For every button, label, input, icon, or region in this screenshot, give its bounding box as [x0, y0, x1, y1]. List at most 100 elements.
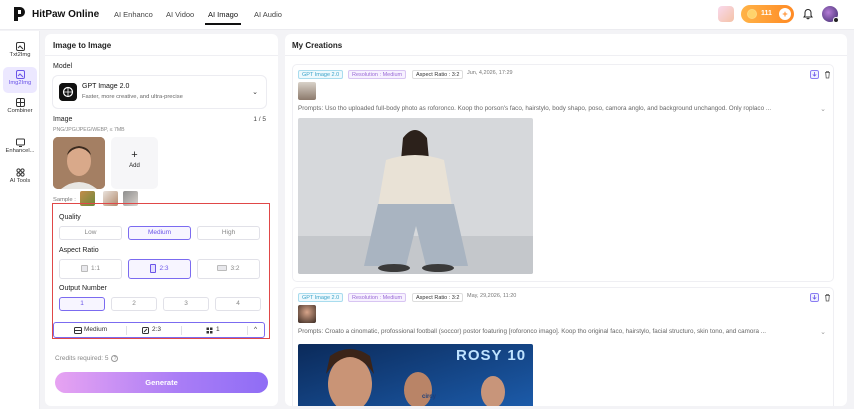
nav-ai-audio[interactable]: AI Audio [254, 10, 282, 19]
summary-number: 1 [216, 326, 220, 333]
combiner-icon [15, 98, 25, 107]
image-image-icon [15, 70, 25, 79]
generated-image[interactable]: ROSY 10 circy [298, 344, 533, 406]
model-tag: GPT Image 2.0 [298, 293, 344, 302]
divider [285, 55, 847, 56]
credits-button[interactable]: 111 + [741, 5, 794, 23]
chevron-down-icon[interactable]: ⌄ [252, 88, 258, 96]
output-2-option[interactable]: 2 [111, 297, 157, 311]
status-dot [833, 17, 839, 23]
info-icon[interactable]: ? [111, 355, 119, 362]
resolution-tag: Resolution : Medium [348, 70, 407, 79]
quality-icon [74, 327, 82, 334]
brand-name[interactable]: HitPaw Online [32, 9, 99, 20]
sidebar-item-txt2img[interactable]: Txt2Img [3, 39, 37, 65]
uploaded-image-thumbnail[interactable] [53, 137, 105, 189]
ratio-icon [142, 327, 149, 334]
aspect-ratio-tag: Aspect Ratio : 3:2 [412, 293, 464, 302]
prompt-text: Prompts: Croato a cinomatic, profossiona… [298, 328, 766, 335]
bell-icon[interactable] [802, 8, 814, 20]
gpt-model-icon [59, 83, 77, 101]
man-portrait-image [53, 137, 105, 189]
sidebar-item-combiner[interactable]: Combiner [3, 95, 37, 121]
credits-required-label: Credits required: 5 [55, 355, 109, 362]
creation-date: May, 29,2026, 11:20 [467, 293, 517, 299]
quality-label: Quality [59, 214, 81, 221]
sidebar-item-label: Combiner [7, 108, 33, 114]
nav-ai-image[interactable]: AI Imago [208, 10, 238, 19]
sidebar-item-label: Enhancel... [5, 148, 35, 154]
model-description: Faster, more creative, and ultra-precise [82, 94, 183, 100]
sidebar: Txt2Img Img2Img Combiner Enhancel... AI … [0, 31, 40, 409]
my-creations-panel: My Creations GPT Image 2.0 Resolution : … [285, 34, 847, 406]
image-label: Image [53, 116, 73, 123]
model-name: GPT Image 2.0 [82, 83, 130, 90]
plus-icon: + [131, 149, 138, 161]
ratio-3-2-icon [217, 265, 228, 272]
aspect-3-2-option[interactable]: 3:2 [197, 259, 260, 279]
add-credits-icon[interactable]: + [779, 8, 791, 20]
text-image-icon [15, 42, 25, 51]
generated-image[interactable] [298, 118, 533, 274]
delete-icon[interactable] [823, 70, 832, 79]
reference-thumbnail[interactable] [298, 305, 316, 323]
model-label: Model [53, 63, 73, 70]
model-select[interactable]: GPT Image 2.0 Faster, more creative, and… [53, 76, 266, 108]
aspect-option-label: 2:3 [159, 265, 169, 272]
creation-card: GPT Image 2.0 Resolution : Medium Aspect… [292, 287, 834, 406]
aspect-ratio-tag: Aspect Ratio : 3:2 [412, 70, 464, 79]
generate-button[interactable]: Generate [55, 372, 268, 393]
quality-medium-option[interactable]: Medium [128, 226, 191, 240]
shirt-text: circy [422, 394, 437, 400]
aspect-option-label: 1:1 [90, 265, 101, 272]
output-1-option[interactable]: 1 [59, 297, 105, 311]
quality-low-option[interactable]: Low [59, 226, 122, 240]
promo-icon[interactable] [718, 6, 734, 22]
credits-count: 111 [761, 10, 772, 17]
divider [45, 55, 278, 56]
sidebar-item-ai-tools[interactable]: AI Tools [3, 165, 37, 191]
settings-summary-bar[interactable]: Medium 2:3 1 ^ [53, 322, 265, 338]
sidebar-item-img2img[interactable]: Img2Img [3, 67, 37, 93]
active-nav-underline [205, 23, 241, 25]
panel-title: My Creations [292, 41, 343, 50]
aspect-ratio-label: Aspect Ratio [59, 247, 99, 254]
download-icon[interactable] [810, 70, 819, 79]
add-image-button[interactable]: + Add [111, 137, 158, 189]
aspect-2-3-option[interactable]: 2:3 [128, 259, 191, 279]
output-3-option[interactable]: 3 [163, 297, 209, 311]
top-bar: HitPaw Online AI Enhanco AI Vidoo AI Ima… [0, 0, 854, 30]
nav-ai-enhance[interactable]: AI Enhanco [114, 10, 153, 19]
image-format-hint: PNG/JPG/JPEG/WEBP, ≤ 7MB [53, 127, 125, 133]
model-tag: GPT Image 2.0 [298, 70, 344, 79]
delete-icon[interactable] [823, 293, 832, 302]
tools-icon [15, 168, 25, 177]
ratio-2-3-icon [150, 263, 157, 273]
output-4-option[interactable]: 4 [215, 297, 261, 311]
credits-required-text: Credits required: 5? [55, 355, 119, 362]
resolution-tag: Resolution : Medium [348, 293, 407, 302]
sidebar-item-enhance[interactable]: Enhancel... [3, 135, 37, 161]
divider [181, 326, 182, 335]
output-number-label: Output Number [59, 285, 107, 292]
enhance-icon [15, 138, 25, 147]
divider [126, 326, 127, 335]
sidebar-item-label: Txt2Img [9, 52, 31, 58]
collapse-caret-icon[interactable]: ^ [254, 326, 257, 333]
summary-quality: Medium [84, 326, 108, 333]
avatar[interactable] [822, 6, 839, 23]
creation-date: Jun, 4,2026, 17:29 [467, 70, 513, 76]
quality-high-option[interactable]: High [197, 226, 260, 240]
summary-ratio: 2:3 [152, 326, 162, 333]
poster-title: ROSY 10 [456, 347, 527, 364]
chevron-down-icon[interactable]: ⌄ [820, 105, 826, 113]
divider [247, 326, 248, 335]
aspect-1-1-option[interactable]: 1:1 [59, 259, 122, 279]
sidebar-item-label: AI Tools [9, 178, 31, 184]
hitpaw-logo-icon[interactable] [12, 6, 28, 22]
nav-ai-video[interactable]: AI Vidoo [166, 10, 194, 19]
chevron-down-icon[interactable]: ⌄ [820, 328, 826, 336]
reference-thumbnail[interactable] [298, 82, 316, 100]
sidebar-item-label: Img2Img [8, 80, 32, 86]
download-icon[interactable] [810, 293, 819, 302]
